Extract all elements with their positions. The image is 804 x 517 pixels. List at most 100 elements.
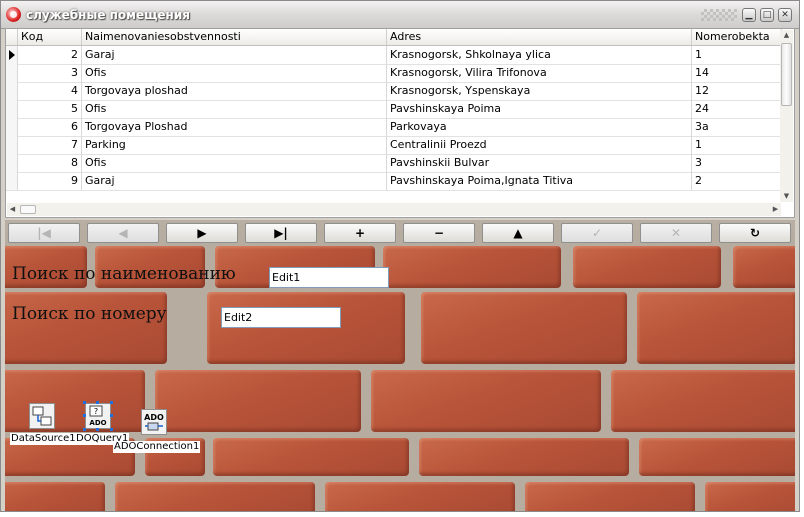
cell-name[interactable]: Parking <box>82 136 387 154</box>
scroll-up-icon[interactable]: ▲ <box>781 30 792 41</box>
nav-next-button[interactable]: ▶ <box>166 223 238 243</box>
cell-name[interactable]: Torgovaya Ploshad <box>82 118 387 136</box>
nav-last-button[interactable]: ▶| <box>245 223 317 243</box>
nav-cancel-button[interactable]: ✕ <box>640 223 712 243</box>
nav-first-button[interactable]: |◀ <box>8 223 80 243</box>
row-indicator[interactable] <box>6 82 18 100</box>
brick <box>637 292 795 364</box>
scroll-down-icon[interactable]: ▼ <box>781 191 792 202</box>
column-header-adres[interactable]: Adres <box>387 29 692 45</box>
table-row[interactable]: 3 Ofis Krasnogorsk, Vilira Trifonova 14 <box>6 64 782 83</box>
cell-adres[interactable]: Pavshinskaya Poima <box>387 100 692 118</box>
adoconnection-icon: ADO <box>141 409 167 435</box>
cell-kod[interactable]: 5 <box>18 100 82 118</box>
table-row[interactable]: 2 Garaj Krasnogorsk, Shkolnaya ylica 1 <box>6 46 782 65</box>
search-by-number-input[interactable]: Edit2 <box>221 307 341 328</box>
table-row[interactable]: 6 Torgovaya Ploshad Parkovaya 3a <box>6 118 782 137</box>
table-row[interactable]: 8 Ofis Pavshinskii Bulvar 3 <box>6 154 782 173</box>
selection-handle[interactable] <box>83 428 86 431</box>
app-icon[interactable] <box>6 7 21 22</box>
brick <box>5 370 145 432</box>
nav-edit-button[interactable]: ▲ <box>482 223 554 243</box>
table-row[interactable]: 7 Parking Centralinii Proezd 1 <box>6 136 782 155</box>
brick <box>421 292 627 364</box>
table-row[interactable]: 5 Ofis Pavshinskaya Poima 24 <box>6 100 782 119</box>
cell-name[interactable]: Ofis <box>82 64 387 82</box>
datasource-label: DataSource1 <box>10 433 77 445</box>
table-row[interactable]: 9 Garaj Pavshinskaya Poima,Ignata Titiva 2 <box>6 172 782 191</box>
cell-kod[interactable]: 9 <box>18 172 82 190</box>
cell-nomer[interactable]: 24 <box>692 100 782 118</box>
cell-adres[interactable]: Pavshinskii Bulvar <box>387 154 692 172</box>
nav-prior-button[interactable]: ◀ <box>87 223 159 243</box>
row-indicator[interactable] <box>6 100 18 118</box>
data-grid[interactable]: Код Naimenovaniesobstvennosti Adres Nome… <box>5 28 795 218</box>
cell-name[interactable]: Torgovaya ploshad <box>82 82 387 100</box>
cell-kod[interactable]: 4 <box>18 82 82 100</box>
form-background: |◀ ◀ ▶ ▶| + − ▲ ✓ ✕ ↻ Поиск по наименованию Edit1… <box>5 220 795 511</box>
cell-kod[interactable]: 2 <box>18 46 82 64</box>
cell-nomer[interactable]: 2 <box>692 172 782 190</box>
cell-adres[interactable]: Krasnogorsk, Yspenskaya <box>387 82 692 100</box>
cell-name[interactable]: Ofis <box>82 154 387 172</box>
cell-nomer[interactable]: 1 <box>692 136 782 154</box>
column-header-kod[interactable]: Код <box>18 29 82 45</box>
selection-handle[interactable] <box>83 414 86 417</box>
grid-header: Код Naimenovaniesobstvennosti Adres Nome… <box>6 29 782 46</box>
row-indicator[interactable] <box>6 154 18 172</box>
vertical-scroll-thumb[interactable] <box>781 43 792 106</box>
search-by-number-label: Поиск по номеру <box>12 304 167 324</box>
header-indicator <box>6 29 18 45</box>
scroll-left-icon[interactable]: ◀ <box>7 204 18 215</box>
cell-adres[interactable]: Krasnogorsk, Shkolnaya ylica <box>387 46 692 64</box>
row-indicator[interactable] <box>6 118 18 136</box>
brick <box>115 482 315 511</box>
selection-handle[interactable] <box>96 428 99 431</box>
cell-kod[interactable]: 7 <box>18 136 82 154</box>
row-indicator[interactable] <box>6 64 18 82</box>
brick <box>733 246 795 288</box>
adoconnection-label: ADOConnection1 <box>113 441 201 453</box>
selection-handle[interactable] <box>96 401 99 404</box>
cell-kod[interactable]: 8 <box>18 154 82 172</box>
selection-handle[interactable] <box>110 414 113 417</box>
nav-delete-button[interactable]: − <box>403 223 475 243</box>
selection-handle[interactable] <box>83 401 86 404</box>
maximize-button[interactable]: □ <box>760 8 774 22</box>
cell-kod[interactable]: 6 <box>18 118 82 136</box>
nav-insert-button[interactable]: + <box>324 223 396 243</box>
title-bar[interactable]: служебные помещения ▁ □ ✕ <box>1 1 799 29</box>
cell-nomer[interactable]: 1 <box>692 46 782 64</box>
cell-name[interactable]: Garaj <box>82 172 387 190</box>
cell-adres[interactable]: Pavshinskaya Poima,Ignata Titiva <box>387 172 692 190</box>
brick <box>383 246 561 288</box>
cell-name[interactable]: Ofis <box>82 100 387 118</box>
cell-name[interactable]: Garaj <box>82 46 387 64</box>
vertical-scrollbar[interactable]: ▲ ▼ <box>780 30 793 202</box>
cell-adres[interactable]: Krasnogorsk, Vilira Trifonova <box>387 64 692 82</box>
row-indicator[interactable] <box>6 172 18 190</box>
row-indicator[interactable] <box>6 136 18 154</box>
table-row[interactable]: 4 Torgovaya ploshad Krasnogorsk, Yspenskay… <box>6 82 782 101</box>
close-button[interactable]: ✕ <box>778 8 792 22</box>
cell-adres[interactable]: Centralinii Proezd <box>387 136 692 154</box>
cell-nomer[interactable]: 3 <box>692 154 782 172</box>
minimize-button[interactable]: ▁ <box>742 8 756 22</box>
row-indicator[interactable] <box>6 46 18 64</box>
nav-refresh-button[interactable]: ↻ <box>719 223 791 243</box>
cell-kod[interactable]: 3 <box>18 64 82 82</box>
brick <box>705 482 795 511</box>
scroll-right-icon[interactable]: ▶ <box>770 204 781 215</box>
column-header-nomer[interactable]: Nomerobekta <box>692 29 782 45</box>
cell-adres[interactable]: Parkovaya <box>387 118 692 136</box>
selection-handle[interactable] <box>110 401 113 404</box>
horizontal-scroll-thumb[interactable] <box>20 205 36 214</box>
cell-nomer[interactable]: 3a <box>692 118 782 136</box>
cell-nomer[interactable]: 12 <box>692 82 782 100</box>
horizontal-scrollbar[interactable]: ◀ ▶ <box>7 203 781 216</box>
selection-handle[interactable] <box>110 428 113 431</box>
column-header-name[interactable]: Naimenovaniesobstvennosti <box>82 29 387 45</box>
search-by-name-input[interactable]: Edit1 <box>269 267 389 288</box>
nav-post-button[interactable]: ✓ <box>561 223 633 243</box>
cell-nomer[interactable]: 14 <box>692 64 782 82</box>
